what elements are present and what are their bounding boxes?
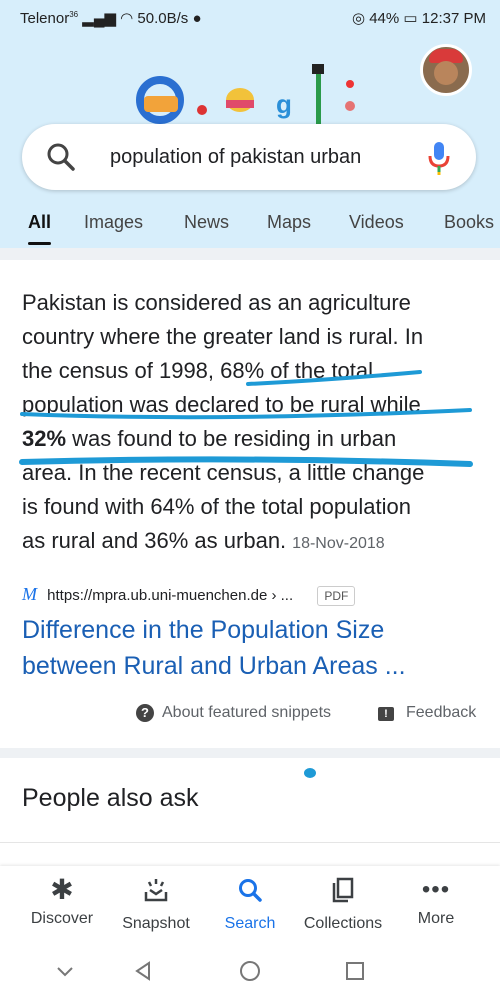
nav-label: Collections bbox=[303, 915, 383, 932]
status-left: Telenor36 ▂▄▆ ◠ 50.0B/s ● bbox=[20, 9, 202, 27]
search-icon bbox=[239, 879, 262, 902]
nav-label: More bbox=[417, 910, 455, 927]
nav-snapshot[interactable]: Snapshot bbox=[106, 876, 206, 933]
source-line[interactable]: M https://mpra.ub.uni-muenchen.de › ... … bbox=[22, 584, 356, 606]
snippet-text: Pakistan is considered as an agriculture… bbox=[22, 286, 484, 561]
source-favicon-icon: M bbox=[22, 584, 37, 604]
alarm-icon: ◎ bbox=[351, 10, 366, 27]
feedback-icon: ! bbox=[378, 707, 394, 721]
network-speed: 50.0B/s bbox=[137, 10, 189, 27]
clock: 12:37 PM bbox=[421, 10, 486, 27]
tab-maps[interactable]: Maps bbox=[267, 212, 311, 233]
about-label[interactable]: About featured snippets bbox=[162, 704, 331, 721]
result-title-link[interactable]: Difference in the Population Size betwee… bbox=[22, 612, 482, 684]
snippet-line: is found with 64% of the total populatio… bbox=[22, 494, 411, 519]
profile-avatar[interactable] bbox=[420, 44, 472, 96]
help-icon: ? bbox=[136, 704, 154, 722]
nav-collections[interactable]: Collections bbox=[293, 876, 393, 933]
divider bbox=[0, 748, 500, 758]
snippet-line-rest: was found to be residing in urban bbox=[66, 426, 397, 451]
tab-books[interactable]: Books bbox=[444, 212, 494, 233]
result-title-line[interactable]: between Rural and Urban Areas ... bbox=[22, 648, 482, 684]
feedback-button[interactable]: ! Feedback bbox=[378, 704, 476, 722]
tab-videos[interactable]: Videos bbox=[349, 212, 404, 233]
search-icon bbox=[47, 143, 75, 171]
tab-all[interactable]: All bbox=[28, 212, 52, 245]
back-icon[interactable] bbox=[132, 960, 154, 982]
battery-icon: ▭ bbox=[403, 10, 418, 27]
status-bar: Telenor36 ▂▄▆ ◠ 50.0B/s ● ◎ 44% ▭ 12:37 … bbox=[0, 0, 500, 36]
divider bbox=[0, 842, 500, 843]
search-query[interactable]: population of pakistan urban bbox=[110, 146, 361, 169]
network-type: 36 bbox=[69, 10, 79, 19]
battery-level: 44% bbox=[369, 10, 400, 27]
snippet-date: 18-Nov-2018 bbox=[292, 535, 385, 552]
pdf-badge: PDF bbox=[317, 586, 356, 606]
about-featured-snippets[interactable]: ? About featured snippets bbox=[136, 704, 331, 722]
tab-news[interactable]: News bbox=[184, 212, 229, 233]
chevron-down-icon[interactable] bbox=[54, 960, 76, 982]
snippet-bold: 32% bbox=[22, 426, 67, 451]
nav-label: Search bbox=[224, 915, 276, 932]
recents-icon[interactable] bbox=[344, 960, 366, 982]
nav-search[interactable]: Search bbox=[200, 876, 300, 933]
signal-icon: ▂▄▆ bbox=[82, 10, 116, 27]
tab-images[interactable]: Images bbox=[84, 212, 143, 233]
snippet-line-text: as rural and 36% as urban. bbox=[22, 528, 287, 553]
snippet-line: country where the greater land is rural.… bbox=[22, 324, 424, 349]
wifi-icon: ◠ bbox=[120, 10, 134, 27]
search-box[interactable]: population of pakistan urban bbox=[22, 124, 476, 190]
divider bbox=[0, 248, 500, 260]
more-icon: ••• bbox=[421, 876, 451, 903]
nav-label: Discover bbox=[30, 910, 94, 927]
asterisk-icon: ✱ bbox=[50, 874, 74, 905]
nav-label: Snapshot bbox=[122, 915, 190, 932]
collections-icon bbox=[332, 877, 354, 903]
nav-discover[interactable]: ✱ Discover bbox=[12, 876, 112, 928]
microphone-icon[interactable] bbox=[426, 140, 452, 176]
carrier-name: Telenor bbox=[20, 10, 70, 27]
featured-snippet-card: Pakistan is considered as an agriculture… bbox=[0, 264, 500, 748]
feedback-label[interactable]: Feedback bbox=[406, 704, 476, 721]
snippet-line: 32% was found to be residing in urban bbox=[22, 422, 484, 456]
snapshot-icon bbox=[144, 879, 168, 902]
bottom-navigation: ✱ Discover Snapshot Search Collections •… bbox=[0, 866, 500, 946]
source-url[interactable]: https://mpra.ub.uni-muenchen.de › ... bbox=[47, 587, 293, 604]
svg-text:g: g bbox=[276, 89, 292, 119]
snippet-line: Pakistan is considered as an agriculture bbox=[22, 290, 411, 315]
home-icon[interactable] bbox=[239, 960, 261, 982]
snippet-line: population was declared to be rural whil… bbox=[22, 392, 421, 417]
snippet-line: the census of 1998, 68% of the total bbox=[22, 358, 374, 383]
status-right: ◎ 44% ▭ 12:37 PM bbox=[352, 9, 486, 27]
system-navigation-bar bbox=[0, 946, 500, 1000]
header: g population of pakistan urban All Image… bbox=[0, 36, 500, 256]
annotation-dot bbox=[304, 768, 316, 778]
result-title-line[interactable]: Difference in the Population Size bbox=[22, 612, 482, 648]
message-icon: ● bbox=[192, 10, 202, 27]
snippet-line: area. In the recent census, a little cha… bbox=[22, 460, 425, 485]
people-also-ask-heading: People also ask bbox=[22, 784, 199, 812]
nav-more[interactable]: ••• More bbox=[386, 876, 486, 928]
snippet-line: as rural and 36% as urban. 18-Nov-2018 bbox=[22, 524, 484, 561]
